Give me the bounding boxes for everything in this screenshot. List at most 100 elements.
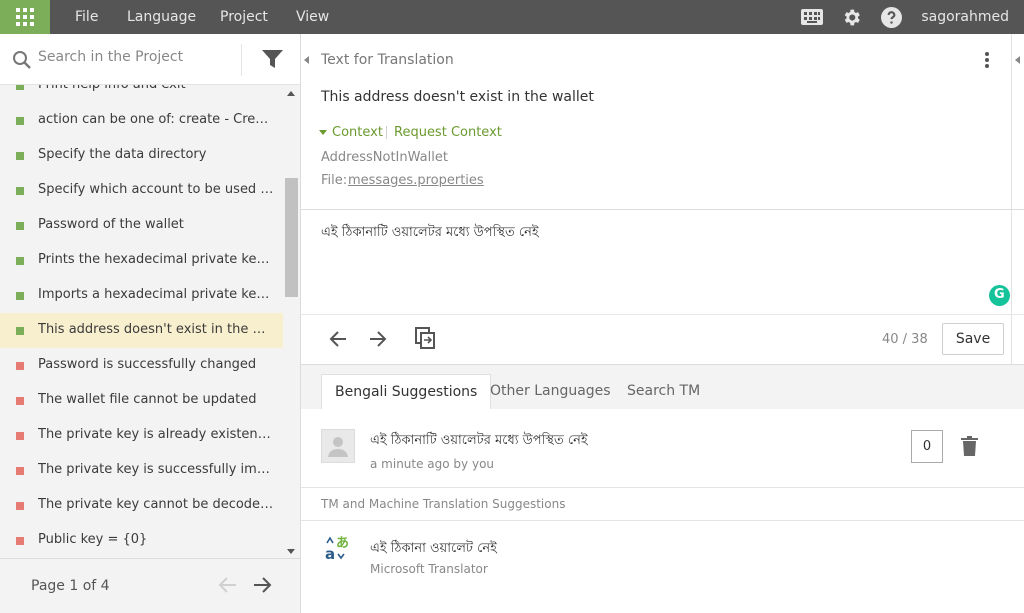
top-bar: File Language Project View sagorahmed <box>0 0 1024 34</box>
untranslated-status-icon <box>16 502 24 510</box>
apps-menu-button[interactable] <box>0 0 50 34</box>
tab-bengali-suggestions[interactable]: Bengali Suggestions <box>321 374 492 410</box>
tm-divider <box>301 520 1024 521</box>
editor-divider <box>301 314 1024 315</box>
context-separator <box>386 126 387 139</box>
delete-trash-icon[interactable] <box>961 436 978 456</box>
file-label: File: <box>321 173 348 188</box>
filter-icon[interactable] <box>262 49 283 70</box>
next-string-arrow-icon[interactable] <box>368 330 387 348</box>
string-list-item-text: The wallet file cannot be updated <box>38 392 257 407</box>
string-list-item[interactable]: Password of the wallet <box>0 208 283 243</box>
suggestion-tabs: Bengali Suggestions Other Languages Sear… <box>301 364 1024 410</box>
menu-project[interactable]: Project <box>220 9 268 25</box>
next-page-arrow-icon[interactable] <box>252 576 272 594</box>
string-list-item[interactable]: This address doesn't exist in the wallet <box>0 313 283 348</box>
tab-search-tm[interactable]: Search TM <box>614 374 713 410</box>
string-list-item[interactable]: Password is successfully changed <box>0 348 283 383</box>
string-list-item[interactable]: The private key is already existent in t… <box>0 418 283 453</box>
more-options-icon[interactable] <box>984 51 990 69</box>
string-list-item[interactable]: Specify the data directory <box>0 138 283 173</box>
untranslated-status-icon <box>16 432 24 440</box>
scrollbar-thumb[interactable] <box>285 178 298 297</box>
user-name[interactable]: sagorahmed <box>921 9 1009 25</box>
string-list-item-text: This address doesn't exist in the wallet <box>38 322 274 337</box>
panel-divider <box>300 34 301 613</box>
strings-panel: Print help info and exit action can be on… <box>0 34 300 613</box>
tab-other-languages[interactable]: Other Languages <box>477 374 624 410</box>
translation-editor[interactable]: এই ঠিকানাটি ওয়ালেটর মধ্যে উপস্থিত নেই <box>321 223 1001 303</box>
string-key: AddressNotInWallet <box>321 150 448 165</box>
string-list-item[interactable]: The private key is successfully imported <box>0 453 283 488</box>
source-text: This address doesn't exist in the wallet <box>321 89 594 105</box>
collapse-left-panel-icon[interactable] <box>304 56 309 64</box>
settings-gear-icon[interactable] <box>841 7 862 28</box>
help-icon[interactable] <box>881 7 902 28</box>
string-list-item-text: Password is successfully changed <box>38 357 257 372</box>
machine-translation-source: Microsoft Translator <box>370 562 488 576</box>
string-list-item-text: Specify which account to be used as defa… <box>38 182 274 197</box>
string-list-item[interactable]: Prints the hexadecimal private key of an… <box>0 243 283 278</box>
user-placeholder-icon <box>328 437 348 457</box>
translated-status-icon <box>16 327 24 335</box>
untranslated-status-icon <box>16 397 24 405</box>
translated-status-icon <box>16 222 24 230</box>
suggestion-text: এই ঠিকানাটি ওয়ালেটর মধ্যে উপস্থিত নেই <box>370 433 588 448</box>
string-list-item-text: The private key is successfully imported <box>38 462 274 477</box>
search-input[interactable] <box>38 49 234 65</box>
string-list-item[interactable]: The private key cannot be decoded: {0} <box>0 488 283 523</box>
file-link[interactable]: messages.properties <box>348 173 484 188</box>
menu-file[interactable]: File <box>75 9 98 25</box>
context-caret-icon[interactable] <box>319 130 327 135</box>
menu-view[interactable]: View <box>296 9 329 25</box>
collapse-right-panel-icon[interactable] <box>1015 56 1020 64</box>
scroll-down-arrow-icon[interactable] <box>287 549 295 554</box>
save-button[interactable]: Save <box>942 323 1004 355</box>
untranslated-status-icon <box>16 537 24 545</box>
tm-section-header: TM and Machine Translation Suggestions <box>321 497 566 511</box>
scroll-up-arrow-icon[interactable] <box>287 91 295 96</box>
search-bar <box>0 34 300 85</box>
string-list-item-text: Public key = {0} <box>38 532 148 547</box>
untranslated-status-icon <box>16 467 24 475</box>
vote-count[interactable]: 0 <box>911 430 943 463</box>
svg-text:a: a <box>325 545 335 561</box>
page-indicator: Page 1 of 4 <box>31 578 110 594</box>
previous-string-arrow-icon[interactable] <box>329 330 348 348</box>
untranslated-status-icon <box>16 362 24 370</box>
translated-status-icon <box>16 257 24 265</box>
search-divider <box>241 44 242 76</box>
avatar <box>321 429 355 463</box>
string-list-item-text: Imports a hexadecimal private key into t… <box>38 287 274 302</box>
string-list-item[interactable]: Public key = {0} <box>0 523 283 557</box>
grammarly-icon[interactable]: G <box>989 285 1010 306</box>
string-list-item-text: The private key is already existent in t… <box>38 427 274 442</box>
string-list-item[interactable]: action can be one of: create - Create a … <box>0 103 283 138</box>
context-link[interactable]: Context <box>332 125 383 140</box>
string-list-item-text: The private key cannot be decoded: {0} <box>38 497 274 512</box>
keyboard-icon[interactable] <box>801 9 823 25</box>
source-title: Text for Translation <box>321 52 454 68</box>
translated-status-icon <box>16 292 24 300</box>
string-list-item-text: Print help info and exit <box>38 85 274 92</box>
string-list-item[interactable]: The wallet file cannot be updated <box>0 383 283 418</box>
suggestion-item[interactable]: এই ঠিকানাটি ওয়ালেটর মধ্যে উপস্থিত নেই a… <box>301 409 1024 488</box>
translated-status-icon <box>16 187 24 195</box>
translated-status-icon <box>16 117 24 125</box>
grid-icon <box>16 8 34 26</box>
string-list-item[interactable]: Specify which account to be used as defa… <box>0 173 283 208</box>
string-list-item[interactable]: Print help info and exit <box>0 85 283 103</box>
string-list-item-text: action can be one of: create - Create a … <box>38 112 274 127</box>
request-context-link[interactable]: Request Context <box>394 125 502 140</box>
svg-text:あ: あ <box>336 536 349 551</box>
machine-translation-text[interactable]: এই ঠিকানা ওয়ালেট নেই <box>370 539 497 560</box>
translated-status-icon <box>16 152 24 160</box>
suggestion-meta: a minute ago by you <box>370 457 495 471</box>
menu-language[interactable]: Language <box>127 9 196 25</box>
copy-source-icon[interactable] <box>415 327 436 350</box>
prev-page-arrow-icon[interactable] <box>218 576 238 594</box>
pagination: Page 1 of 4 <box>0 558 300 613</box>
string-list-item-text: Prints the hexadecimal private key of an… <box>38 252 274 267</box>
microsoft-translator-icon: a あ <box>325 536 349 561</box>
string-list-item[interactable]: Imports a hexadecimal private key into t… <box>0 278 283 313</box>
